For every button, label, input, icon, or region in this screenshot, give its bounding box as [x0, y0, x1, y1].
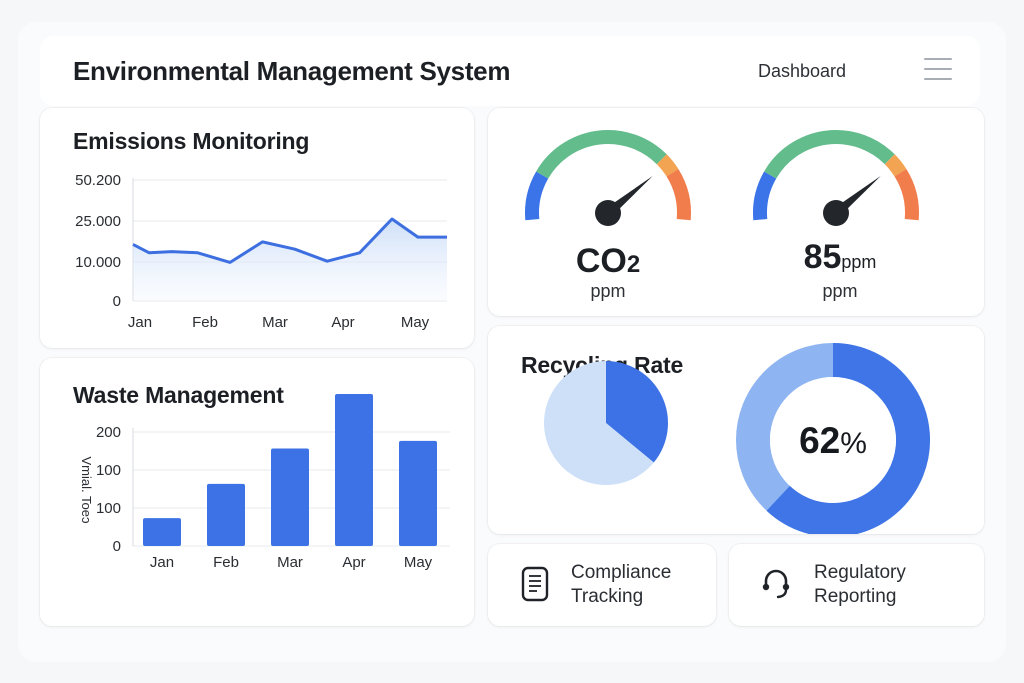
- x-tick-label: Feb: [213, 554, 239, 571]
- emissions-card: Emissions Monitoring 50.200 25.000 10.000 0…: [40, 108, 474, 348]
- gauges-card: CO2 ppm 85ppm ppm: [488, 108, 984, 316]
- gauge-arc-orange: [894, 169, 919, 221]
- x-tick-label: Jan: [150, 554, 174, 571]
- waste-chart: 200 100 100 0 Vmial. Toeɔ Jan Feb Mar Apr May: [79, 393, 450, 571]
- x-tick-label: Apr: [342, 554, 365, 571]
- gauge-arc-blue: [753, 171, 777, 221]
- y-tick-label: 50.200: [75, 172, 121, 189]
- hamburger-menu-icon[interactable]: [924, 58, 952, 82]
- bar: [207, 483, 245, 546]
- y-tick-label: 0: [113, 293, 121, 310]
- co2-gauge: [525, 130, 691, 226]
- x-tick-label: Jan: [128, 314, 152, 331]
- co2-gauge-value: CO2: [575, 242, 641, 280]
- app-header: Environmental Management System Dashboar…: [40, 36, 980, 106]
- document-icon: [521, 566, 549, 602]
- x-tick-label: Apr: [331, 314, 354, 331]
- bar: [143, 518, 181, 546]
- bar: [335, 393, 373, 546]
- y-tick-label: 100: [96, 500, 121, 517]
- x-tick-label: Mar: [277, 554, 303, 571]
- regulatory-reporting-button[interactable]: Regulatory Reporting: [729, 544, 984, 626]
- ppm-gauge: [753, 130, 919, 226]
- y-axis-label: Vmial. Toeɔ: [79, 457, 94, 524]
- gauge-arc-amber: [884, 154, 907, 177]
- y-tick-label: 25.000: [75, 213, 121, 230]
- dashboard-link[interactable]: Dashboard: [758, 61, 846, 82]
- x-tick-label: Mar: [262, 314, 288, 331]
- y-tick-label: 200: [96, 424, 121, 441]
- compliance-tracking-label: Compliance Tracking: [571, 562, 672, 607]
- emissions-area: [133, 219, 447, 301]
- y-tick-label: 0: [113, 538, 121, 555]
- gauge-arc-blue: [525, 171, 549, 221]
- compliance-tracking-button[interactable]: Compliance Tracking: [488, 544, 716, 626]
- gauge-arc-amber: [656, 154, 679, 177]
- co2-gauge-unit: ppm: [590, 281, 626, 301]
- x-tick-label: May: [404, 554, 433, 571]
- donut-percent: %: [840, 427, 867, 460]
- bar: [271, 448, 309, 546]
- y-tick-label: 100: [96, 462, 121, 479]
- donut-number: 62: [799, 420, 840, 461]
- donut-label: 62%: [799, 420, 867, 461]
- recycling-charts: 62%: [544, 343, 930, 534]
- recycling-card: Recycling Rate 62%: [488, 326, 984, 534]
- gauge-hub: [823, 200, 849, 226]
- gauge-arc-orange: [666, 169, 691, 221]
- headset-icon: [762, 569, 790, 599]
- bar: [399, 440, 437, 546]
- emissions-chart: 50.200 25.000 10.000 0 Jan Feb Mar Apr May: [75, 172, 447, 331]
- gauge-arc-green: [764, 130, 895, 179]
- app-title: Environmental Management System: [73, 56, 511, 86]
- ppm-gauge-unit: ppm: [822, 281, 858, 301]
- ppm-gauge-value: 85ppm: [803, 238, 877, 276]
- waste-card: Waste Management 200 100 100 0 Vmial. Toeɔ Ja…: [40, 358, 474, 626]
- gauge-hub: [595, 200, 621, 226]
- x-tick-label: May: [401, 314, 430, 331]
- x-tick-label: Feb: [192, 314, 218, 331]
- y-tick-label: 10.000: [75, 254, 121, 271]
- gauge-arc-green: [536, 130, 667, 179]
- regulatory-reporting-label: Regulatory Reporting: [814, 562, 906, 607]
